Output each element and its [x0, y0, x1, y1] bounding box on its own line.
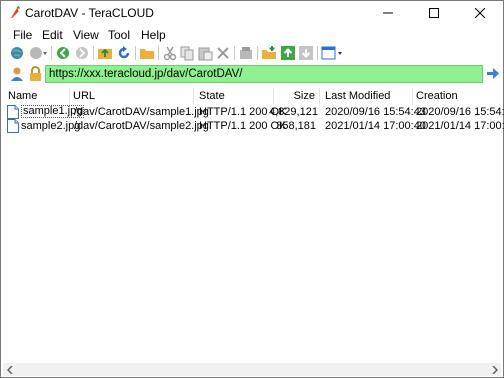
column-divider[interactable]	[193, 88, 194, 105]
user-icon	[11, 67, 23, 81]
view-window-dropdown-icon	[321, 46, 342, 60]
delete-x-icon	[217, 47, 229, 59]
column-header-name[interactable]: Name	[8, 88, 37, 105]
folder-icon	[140, 49, 154, 59]
column-divider[interactable]	[69, 88, 70, 105]
horizontal-scrollbar[interactable]	[3, 363, 501, 376]
file-size: 4,829,121	[269, 106, 318, 118]
arrow-right-icon	[76, 47, 88, 59]
properties-button[interactable]	[238, 45, 254, 61]
properties-icon	[240, 47, 252, 59]
copy-button[interactable]	[179, 45, 195, 61]
column-header-state[interactable]: State	[199, 88, 225, 105]
minimize-button[interactable]	[365, 1, 411, 25]
refresh-icon	[118, 46, 130, 59]
file-icon	[7, 105, 19, 119]
copy-icon	[180, 46, 194, 61]
menu-tool[interactable]: Tool	[108, 28, 130, 42]
app-window: CarotDAV - TeraCLOUD File Edit View Tool…	[0, 0, 504, 378]
connect-button[interactable]	[9, 45, 25, 61]
chevron-left-icon	[6, 365, 13, 374]
toolbar-separator	[51, 46, 52, 60]
cut-button[interactable]	[162, 45, 178, 61]
column-header-size[interactable]: Size	[275, 88, 315, 105]
upload-button[interactable]	[280, 45, 296, 61]
up-folder-button[interactable]	[97, 45, 113, 61]
menu-edit[interactable]: Edit	[42, 28, 63, 42]
address-url: https://xxx.teracloud.jp/dav/CarotDAV/	[49, 68, 243, 80]
address-bar: https://xxx.teracloud.jp/dav/CarotDAV/	[1, 64, 503, 84]
maximize-button[interactable]	[411, 1, 457, 25]
menu-view[interactable]: View	[73, 28, 99, 42]
arrow-left-icon	[57, 47, 69, 59]
file-modified: 2020/09/16 15:54:43	[325, 106, 426, 118]
file-name: sample2.jpg	[21, 120, 81, 132]
file-size: 358,181	[276, 120, 316, 132]
file-row[interactable]: sample1.jpg /dav/CarotDAV/sample1.jpg HT…	[3, 105, 504, 119]
go-arrow-icon[interactable]	[487, 68, 499, 79]
file-created: 2020/09/16 15:54:42	[416, 106, 504, 118]
lock-icon	[30, 66, 41, 81]
address-input[interactable]: https://xxx.teracloud.jp/dav/CarotDAV/	[45, 65, 483, 83]
toolbar-separator	[234, 46, 235, 60]
column-divider[interactable]	[319, 88, 320, 105]
close-button[interactable]	[457, 1, 503, 25]
upload-icon	[281, 46, 295, 60]
back-button[interactable]	[55, 45, 71, 61]
column-header-modified[interactable]: Last Modified	[325, 88, 390, 105]
toolbar-separator	[93, 46, 94, 60]
file-list: Name URL State Size Last Modified Creati…	[3, 88, 504, 360]
window-title: CarotDAV - TeraCLOUD	[25, 6, 154, 20]
globe-icon	[11, 47, 23, 59]
column-divider[interactable]	[273, 88, 274, 105]
file-url: /dav/CarotDAV/sample1.jpg	[74, 106, 209, 118]
download-button[interactable]	[298, 45, 314, 61]
menu-file[interactable]: File	[13, 28, 32, 42]
download-icon	[299, 46, 313, 60]
toolbar-separator	[135, 46, 136, 60]
carrot-app-icon	[11, 6, 20, 18]
refresh-button[interactable]	[116, 45, 132, 61]
toolbar-separator	[257, 46, 258, 60]
toolbar	[1, 45, 503, 63]
scroll-right-button[interactable]	[488, 363, 501, 376]
folder-up-icon	[98, 48, 112, 59]
column-header-url[interactable]: URL	[73, 88, 95, 105]
maximize-icon	[429, 8, 439, 18]
file-row[interactable]: sample2.jpg /dav/CarotDAV/sample2.jpg HT…	[3, 119, 504, 133]
open-folder-button[interactable]	[139, 45, 155, 61]
file-icon	[7, 119, 19, 133]
toolbar-separator	[158, 46, 159, 60]
menu-help[interactable]: Help	[141, 28, 166, 42]
toolbar-separator	[317, 46, 318, 60]
close-icon	[475, 8, 485, 18]
scrollbar-track[interactable]	[17, 365, 487, 374]
file-created: 2021/01/14 17:00:32	[416, 120, 504, 132]
chevron-right-icon	[491, 365, 498, 374]
delete-button[interactable]	[215, 45, 231, 61]
column-divider[interactable]	[412, 88, 413, 105]
scissors-icon	[163, 46, 177, 61]
paste-button[interactable]	[197, 45, 213, 61]
title-bar[interactable]: CarotDAV - TeraCLOUD	[1, 1, 503, 25]
menu-bar: File Edit View Tool Help	[1, 26, 503, 44]
paste-icon	[198, 47, 213, 61]
minimize-icon	[383, 12, 393, 14]
view-mode-button[interactable]	[321, 45, 343, 61]
new-folder-button[interactable]	[261, 45, 277, 61]
scroll-left-button[interactable]	[3, 363, 16, 376]
globe-dropdown-icon	[30, 47, 47, 59]
disconnect-button[interactable]	[28, 45, 48, 61]
forward-button[interactable]	[74, 45, 90, 61]
column-header-creation[interactable]: Creation	[416, 88, 458, 105]
file-url: /dav/CarotDAV/sample2.jpg	[74, 120, 209, 132]
file-modified: 2021/01/14 17:00:40	[325, 120, 426, 132]
new-folder-icon	[262, 46, 276, 59]
